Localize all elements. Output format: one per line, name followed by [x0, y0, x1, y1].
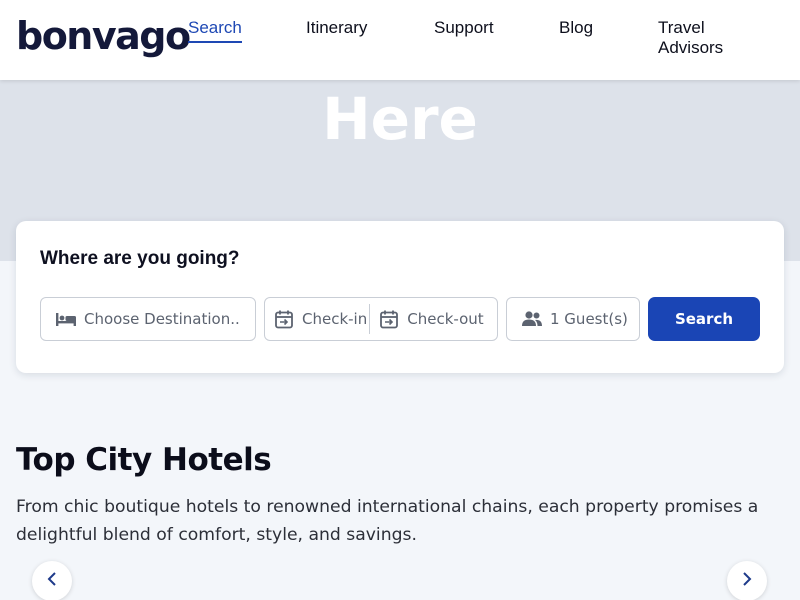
- checkin-placeholder: Check-in: [302, 310, 368, 328]
- nav-blog[interactable]: Blog: [559, 18, 593, 38]
- chevron-right-icon: [740, 571, 754, 592]
- guests-field[interactable]: 1 Guest(s): [506, 297, 640, 341]
- search-button[interactable]: Search: [648, 297, 760, 341]
- checkin-field[interactable]: Check-in: [265, 298, 367, 340]
- guests-value: 1 Guest(s): [550, 310, 628, 328]
- nav-travel-advisors[interactable]: Travel Advisors: [658, 18, 748, 58]
- hero-title: Here: [322, 85, 478, 153]
- destination-placeholder: Choose Destination..: [84, 310, 240, 328]
- chevron-left-icon: [45, 571, 59, 592]
- bed-icon: [55, 308, 77, 330]
- nav-itinerary[interactable]: Itinerary: [306, 18, 367, 38]
- search-card: Where are you going? Choose Destination.…: [16, 221, 784, 373]
- calendar-checkout-icon: [378, 308, 400, 330]
- carousel-next-button[interactable]: [727, 561, 767, 600]
- section-title: Top City Hotels: [16, 442, 272, 478]
- calendar-checkin-icon: [273, 308, 295, 330]
- section-description: From chic boutique hotels to renowned in…: [16, 497, 759, 545]
- nav-search[interactable]: Search: [188, 18, 242, 43]
- date-range-field[interactable]: Check-in Check-out: [264, 297, 498, 341]
- search-heading: Where are you going?: [40, 248, 240, 269]
- brand-logo[interactable]: bonvago: [16, 14, 191, 58]
- destination-field[interactable]: Choose Destination..: [40, 297, 256, 341]
- nav-support[interactable]: Support: [434, 18, 494, 38]
- checkout-placeholder: Check-out: [407, 310, 484, 328]
- checkout-field[interactable]: Check-out: [370, 298, 484, 340]
- carousel-prev-button[interactable]: [32, 561, 72, 600]
- users-icon: [521, 308, 543, 330]
- site-header: bonvago Search Itinerary Support Blog Tr…: [0, 0, 800, 80]
